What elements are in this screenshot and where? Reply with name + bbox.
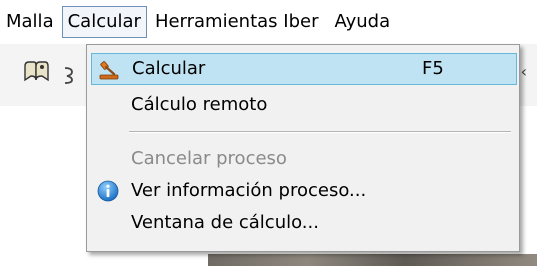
menu-item-label: Cancelar proceso: [131, 148, 287, 169]
menu-item-ver-informacion-proceso[interactable]: Ver información proceso...: [91, 175, 517, 207]
menu-ayuda[interactable]: Ayuda: [326, 6, 398, 38]
menu-item-ventana-de-calculo[interactable]: Ventana de cálculo...: [91, 207, 517, 239]
menu-item-label: Calcular: [132, 58, 206, 79]
menu-item-label: Cálculo remoto: [131, 94, 268, 115]
menu-herramientas-iber[interactable]: Herramientas Iber: [147, 6, 327, 38]
menu-separator: [129, 131, 511, 133]
menu-calcular[interactable]: Calcular: [61, 6, 147, 38]
viewport-image: [208, 254, 537, 266]
run-calculation-icon: [98, 59, 120, 81]
menu-item-label: Ventana de cálculo...: [131, 212, 319, 233]
calcular-dropdown-menu: Calcular F5 Cálculo remoto Cancelar proc…: [86, 44, 520, 252]
toolbar-separator-icon: [62, 64, 76, 84]
menu-item-calculo-remoto[interactable]: Cálculo remoto: [91, 89, 517, 121]
help-tool-icon[interactable]: [20, 58, 54, 88]
shortcut-label: F5: [422, 58, 444, 79]
menu-malla[interactable]: Malla: [0, 6, 62, 38]
toolbar-overflow-mark: ‹: [520, 62, 527, 81]
menu-bar: Malla Calcular Herramientas Iber Ayuda: [0, 0, 537, 44]
menu-item-calcular[interactable]: Calcular F5: [91, 53, 517, 85]
menu-item-cancelar-proceso: Cancelar proceso: [91, 143, 517, 175]
info-icon: [97, 180, 119, 202]
menu-item-label: Ver información proceso...: [131, 180, 367, 201]
